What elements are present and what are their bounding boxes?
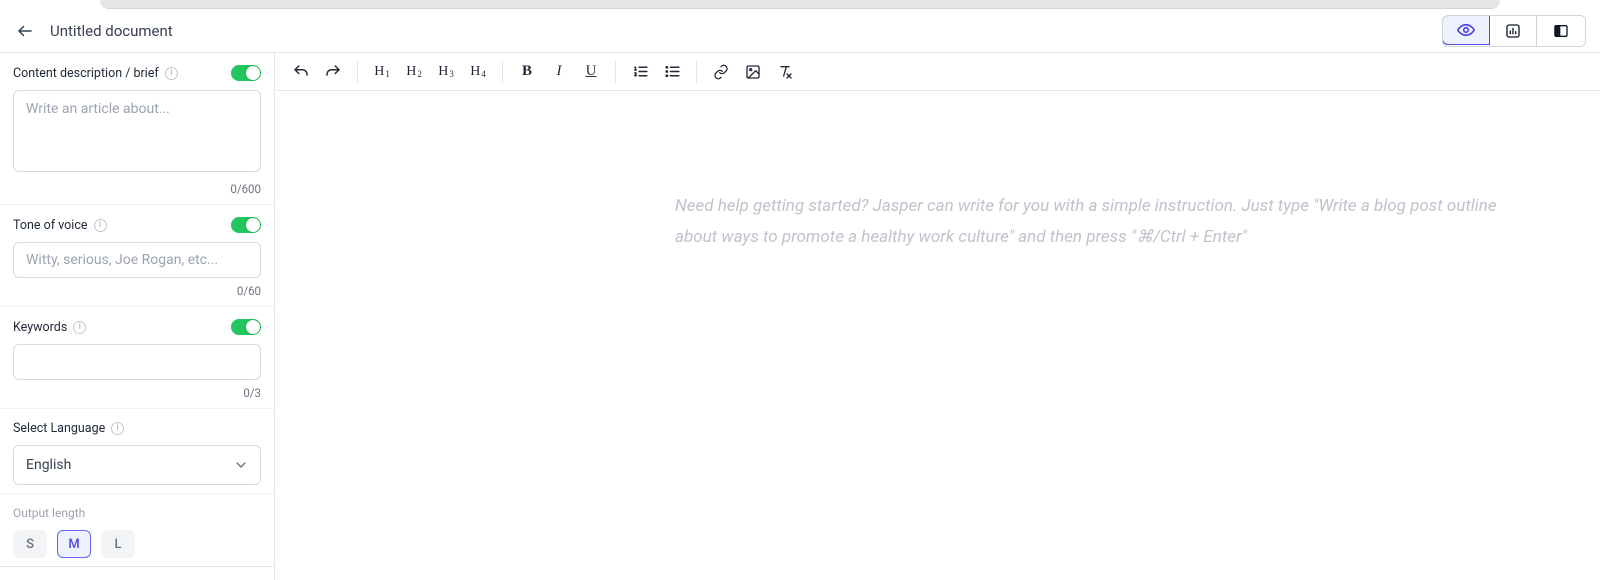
undo-button[interactable]: [287, 58, 315, 86]
bold-button[interactable]: B: [513, 58, 541, 86]
brief-label: Content description / brief: [13, 66, 159, 81]
editor-placeholder-hint: Need help getting started? Jasper can wr…: [675, 191, 1505, 254]
clear-format-button[interactable]: [771, 58, 799, 86]
list-unordered-icon: [664, 63, 681, 80]
section-language: Select Language i English: [0, 409, 274, 494]
header-left: Untitled document: [14, 20, 173, 42]
info-icon[interactable]: i: [94, 219, 107, 232]
chevron-down-icon: [233, 457, 249, 473]
h4-button[interactable]: H4: [464, 58, 492, 86]
layout-sidebar-icon: [1553, 23, 1569, 39]
browser-chrome-bar: [100, 0, 1500, 9]
section-head-keywords: Keywords i: [13, 319, 261, 335]
brief-textarea[interactable]: [13, 90, 261, 172]
editor: H1 H2 H3 H4 B I U: [275, 53, 1600, 580]
editor-toolbar: H1 H2 H3 H4 B I U: [275, 53, 1600, 91]
section-head-brief: Content description / brief i: [13, 65, 261, 81]
image-icon: [745, 64, 761, 80]
section-keywords: Keywords i 0/3: [0, 307, 274, 409]
clear-formatting-icon: [777, 64, 793, 80]
app-root: Untitled document Content descriptio: [0, 9, 1600, 580]
editor-canvas[interactable]: Need help getting started? Jasper can wr…: [275, 91, 1600, 580]
toolbar-divider: [502, 61, 503, 83]
info-icon[interactable]: i: [111, 422, 124, 435]
sidebar: Content description / brief i 0/600 Tone…: [0, 53, 275, 580]
output-length-label: Output length: [13, 506, 261, 520]
view-mode-segmented: [1442, 15, 1586, 47]
toolbar-divider: [696, 61, 697, 83]
underline-button[interactable]: U: [577, 58, 605, 86]
header: Untitled document: [0, 9, 1600, 53]
tone-counter: 0/60: [13, 284, 261, 298]
keywords-toggle[interactable]: [231, 319, 261, 335]
length-s-button[interactable]: S: [13, 530, 47, 558]
keywords-label: Keywords: [13, 320, 67, 335]
header-right: [1442, 15, 1586, 47]
length-m-button[interactable]: M: [57, 530, 91, 558]
language-label: Select Language: [13, 421, 105, 436]
back-button[interactable]: [14, 20, 36, 42]
bar-chart-icon: [1505, 23, 1521, 39]
section-brief: Content description / brief i 0/600: [0, 53, 274, 205]
tone-toggle[interactable]: [231, 217, 261, 233]
section-head-tone: Tone of voice i: [13, 217, 261, 233]
brief-toggle[interactable]: [231, 65, 261, 81]
view-analytics-button[interactable]: [1489, 16, 1537, 46]
length-l-button[interactable]: L: [101, 530, 135, 558]
view-focus-button[interactable]: [1442, 15, 1490, 45]
section-tone: Tone of voice i 0/60: [0, 205, 274, 307]
ordered-list-button[interactable]: [626, 58, 654, 86]
keywords-input[interactable]: [13, 344, 261, 380]
h3-button[interactable]: H3: [432, 58, 460, 86]
h1-button[interactable]: H1: [368, 58, 396, 86]
unordered-list-button[interactable]: [658, 58, 686, 86]
redo-icon: [324, 63, 342, 81]
brief-counter: 0/600: [13, 182, 261, 196]
arrow-left-icon: [16, 22, 34, 40]
tone-label: Tone of voice: [13, 218, 88, 233]
language-value: English: [26, 457, 71, 473]
language-select-wrap: English: [13, 445, 261, 485]
main: Content description / brief i 0/600 Tone…: [0, 53, 1600, 580]
tone-input[interactable]: [13, 242, 261, 278]
image-button[interactable]: [739, 58, 767, 86]
eye-icon: [1457, 21, 1475, 39]
italic-button[interactable]: I: [545, 58, 573, 86]
output-length-buttons: S M L: [13, 530, 261, 558]
info-icon[interactable]: i: [165, 67, 178, 80]
undo-icon: [292, 63, 310, 81]
toolbar-divider: [357, 61, 358, 83]
view-split-button[interactable]: [1537, 16, 1585, 46]
list-ordered-icon: [632, 63, 649, 80]
link-button[interactable]: [707, 58, 735, 86]
language-select[interactable]: English: [13, 445, 261, 485]
toolbar-divider: [615, 61, 616, 83]
redo-button[interactable]: [319, 58, 347, 86]
document-title[interactable]: Untitled document: [50, 22, 173, 40]
info-icon[interactable]: i: [73, 321, 86, 334]
keywords-counter: 0/3: [13, 386, 261, 400]
section-head-language: Select Language i: [13, 421, 261, 436]
link-icon: [713, 64, 729, 80]
section-output-length: Output length S M L: [0, 494, 274, 567]
h2-button[interactable]: H2: [400, 58, 428, 86]
